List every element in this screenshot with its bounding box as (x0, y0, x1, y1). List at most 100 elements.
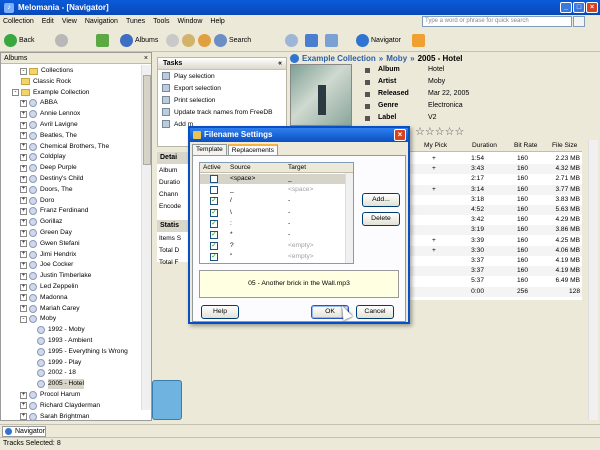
expand-icon[interactable]: + (20, 186, 27, 194)
tree-node[interactable]: 2005 - Hotel (28, 379, 84, 390)
tree-node[interactable]: + Doro (20, 196, 54, 206)
expand-icon[interactable]: + (20, 305, 27, 313)
menu-tunes[interactable]: Tunes (126, 18, 145, 25)
collapse-icon[interactable]: - (20, 315, 27, 323)
expand-icon[interactable]: + (20, 143, 27, 151)
rating-stars[interactable]: ☆☆☆☆☆ (415, 125, 464, 138)
active-checkbox[interactable]: ✓ (210, 197, 218, 206)
expand-icon[interactable]: + (20, 132, 27, 140)
tree-node[interactable]: - Example Collection (12, 88, 89, 98)
tree-node[interactable]: + Destiny's Child (20, 174, 83, 184)
zoom-button[interactable] (285, 32, 300, 49)
pane-close-icon[interactable]: × (144, 53, 148, 64)
expand-icon[interactable]: + (20, 229, 27, 237)
replacement-row[interactable]: ✓ " <empty> (200, 252, 345, 262)
breadcrumb-artist[interactable]: Moby (386, 54, 407, 63)
tree-scrollbar[interactable] (141, 65, 151, 410)
col-duration[interactable]: Duration (472, 142, 497, 149)
quick-search-input[interactable]: Type a word or phrase for quick search (422, 16, 572, 27)
expand-icon[interactable]: + (20, 402, 27, 410)
collapse-icon[interactable]: - (20, 67, 27, 75)
expand-icon[interactable]: + (20, 413, 27, 421)
track-pick[interactable]: + (432, 155, 436, 162)
genres-button[interactable] (182, 32, 197, 49)
tree-node[interactable]: + Annie Lennox (20, 109, 80, 119)
tree-node[interactable]: - Moby (20, 314, 56, 324)
up-button[interactable] (96, 32, 111, 49)
tree-node[interactable]: 1993 - Ambient (28, 336, 92, 346)
active-checkbox[interactable]: ✓ (210, 208, 218, 217)
col-my-pick[interactable]: My Pick (424, 142, 447, 149)
tree-node[interactable]: + Gwen Stefani (20, 239, 80, 249)
active-checkbox[interactable] (210, 186, 218, 195)
quick-search-button[interactable] (573, 16, 585, 27)
tree-node[interactable]: + Led Zeppelin (20, 282, 78, 292)
close-button[interactable]: × (586, 2, 598, 13)
replacement-row[interactable]: ✓? <empty> (200, 241, 345, 251)
expand-icon[interactable]: + (20, 121, 27, 129)
tree-node[interactable]: - Collections (20, 66, 73, 76)
list-view-button[interactable] (325, 32, 340, 49)
delete-button[interactable]: Delete (362, 212, 400, 226)
tree-node[interactable]: + Green Day (20, 228, 72, 238)
tree-node[interactable]: 1995 - Everything Is Wrong (28, 347, 128, 357)
expand-icon[interactable]: + (20, 197, 27, 205)
replacement-row[interactable]: ✓: - (200, 219, 345, 229)
replacement-row[interactable]: ✓ * - (200, 230, 345, 240)
menu-window[interactable]: Window (177, 18, 202, 25)
replacement-row[interactable]: _ <space> (200, 185, 345, 195)
task-play-selection[interactable]: Play selection (158, 70, 286, 82)
expand-icon[interactable]: + (20, 283, 27, 291)
tree-node[interactable]: + Chemical Brothers, The (20, 142, 109, 152)
task-update-freedb[interactable]: Update track names from FreeDB (158, 106, 286, 118)
tree-node[interactable]: + Procol Harum (20, 390, 80, 400)
back-button[interactable]: Back (4, 32, 35, 49)
replacement-row[interactable]: ✓ \ - (200, 208, 345, 218)
breadcrumb-collection[interactable]: Example Collection (302, 54, 376, 63)
expand-icon[interactable]: + (20, 164, 27, 172)
add-button[interactable]: Add... (362, 193, 400, 207)
tree-node[interactable]: 1999 - Play (28, 358, 81, 368)
col-source[interactable]: Source (230, 164, 251, 171)
tree-node[interactable]: + Jimi Hendrix (20, 250, 76, 260)
tree-node[interactable]: + Madonna (20, 293, 68, 303)
active-checkbox[interactable] (210, 175, 218, 183)
maximize-button[interactable]: □ (573, 2, 585, 13)
replacement-row[interactable]: <space> _ (200, 174, 345, 184)
expand-icon[interactable]: + (20, 391, 27, 399)
tree-node[interactable]: + Mariah Carey (20, 304, 80, 314)
bag-button[interactable] (412, 32, 427, 49)
active-checkbox[interactable]: ✓ (210, 231, 218, 239)
dialog-close-button[interactable]: × (394, 129, 406, 141)
task-print-selection[interactable]: Print selection (158, 94, 286, 106)
artists-button[interactable] (166, 32, 181, 49)
expand-icon[interactable]: + (20, 240, 27, 248)
tree-node[interactable]: + Sarah Brightman (20, 412, 89, 421)
forward-button[interactable] (55, 32, 70, 49)
menu-view[interactable]: View (62, 18, 77, 25)
expand-icon[interactable]: + (20, 294, 27, 302)
col-file-size[interactable]: File Size (552, 142, 577, 149)
tasks-header[interactable]: Tasks « (158, 58, 286, 70)
cancel-button[interactable]: Cancel (356, 305, 394, 319)
tree-node[interactable]: + Coldplay (20, 152, 66, 162)
expand-icon[interactable]: + (20, 207, 27, 215)
menu-navigation[interactable]: Navigation (85, 18, 118, 25)
tab-template[interactable]: Template (192, 144, 227, 155)
expand-icon[interactable]: + (20, 153, 27, 161)
track-pick[interactable]: + (432, 247, 436, 254)
expand-icon[interactable]: + (20, 175, 27, 183)
expand-icon[interactable]: + (20, 251, 27, 259)
tree-node[interactable]: 1992 - Moby (28, 325, 85, 335)
expand-icon[interactable]: + (20, 218, 27, 226)
help-button[interactable]: Help (201, 305, 239, 319)
navigator-button[interactable]: Navigator (356, 32, 401, 49)
menu-help[interactable]: Help (210, 18, 224, 25)
menu-collection[interactable]: Collection (3, 18, 34, 25)
col-target[interactable]: Target (288, 164, 306, 171)
active-checkbox[interactable]: ✓ (210, 219, 218, 228)
tree-node[interactable]: + Beatles, The (20, 131, 77, 141)
tracks-scrollbar[interactable] (588, 140, 598, 420)
task-export-selection[interactable]: Export selection (158, 82, 286, 94)
replacements-scrollbar[interactable] (345, 173, 353, 263)
